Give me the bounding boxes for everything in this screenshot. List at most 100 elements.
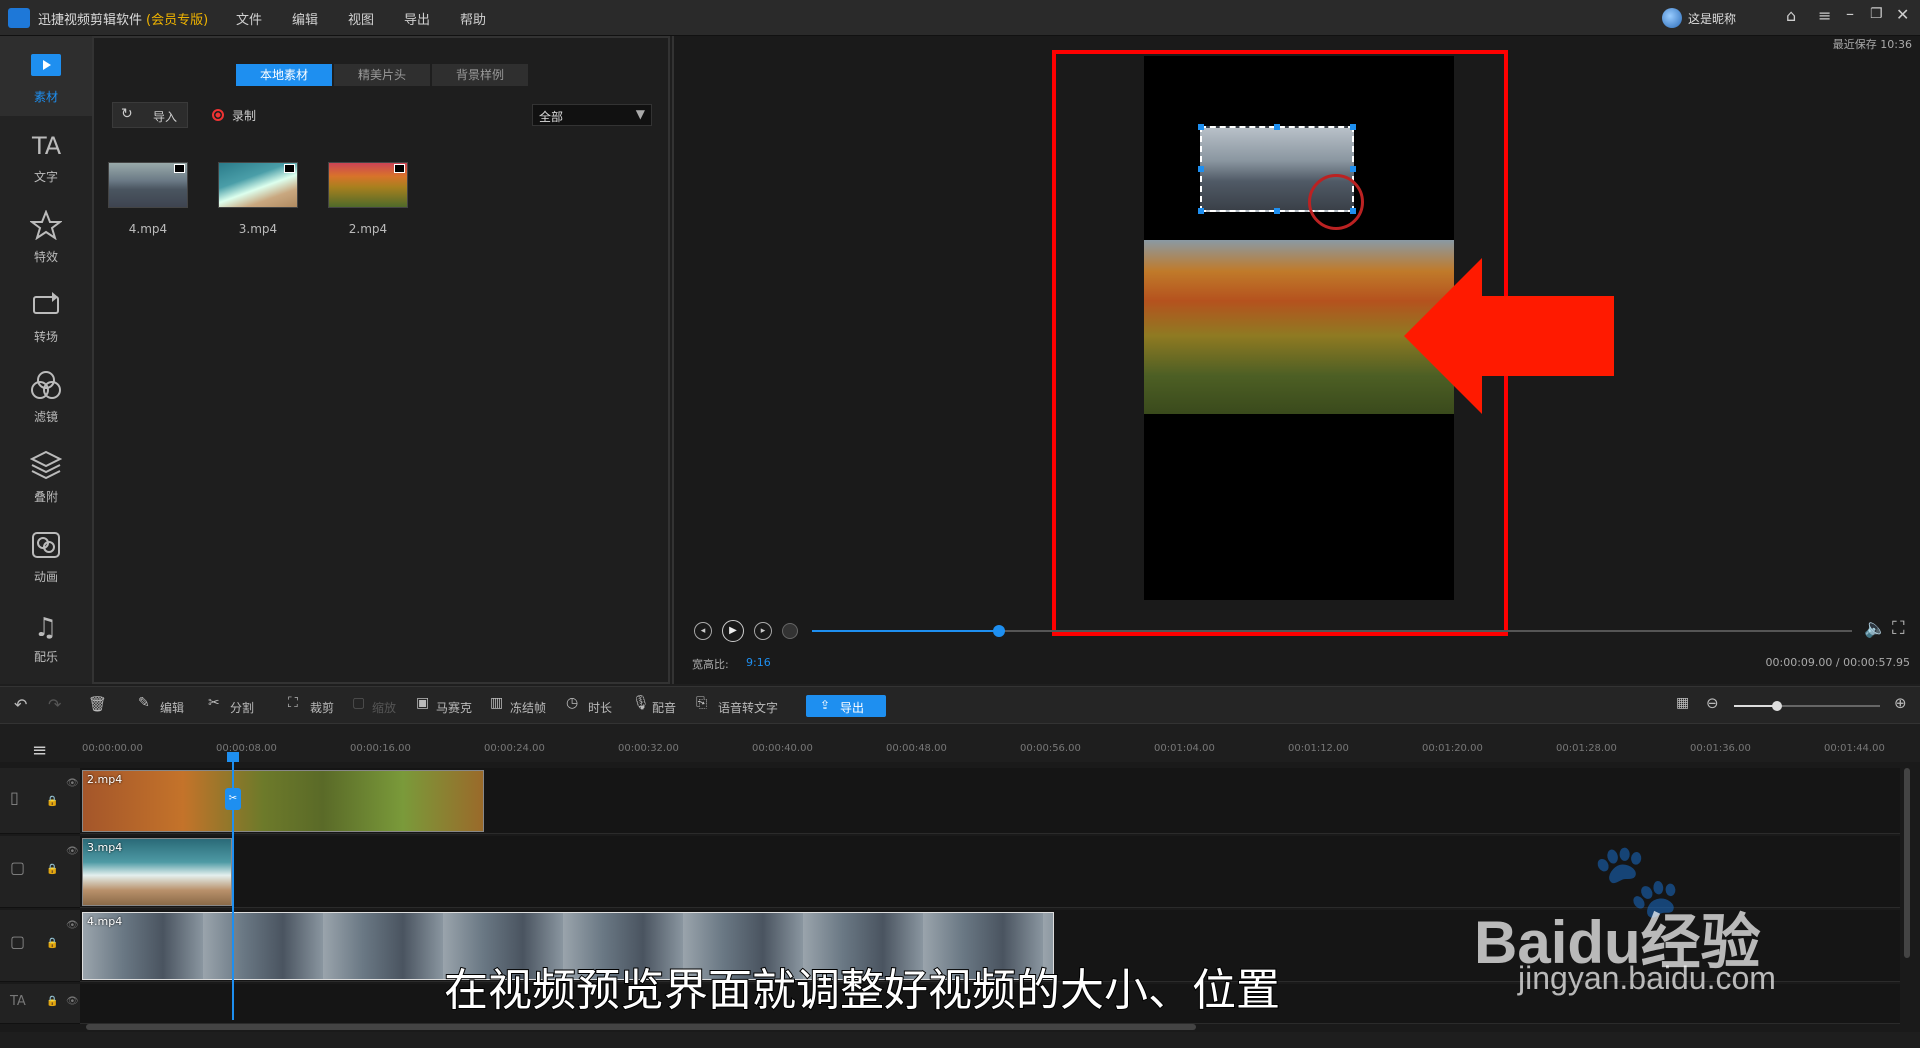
lock-icon[interactable]: 🔒 (46, 996, 58, 1007)
ruler-tick: 00:01:12.00 (1288, 743, 1349, 754)
delete-icon[interactable]: 🗑 (88, 695, 107, 713)
menu-view[interactable]: 视图 (348, 9, 374, 28)
filter-icon (31, 371, 61, 399)
redo-icon[interactable]: ↷ (48, 695, 61, 714)
lock-icon[interactable]: 🔒 (46, 864, 58, 875)
user-name[interactable]: 这是昵称 (1688, 10, 1736, 27)
next-frame-icon[interactable]: ▸ (754, 622, 772, 640)
fullscreen-icon[interactable]: ⛶ (1892, 618, 1905, 639)
track-video-main[interactable]: 2.mp4 (80, 768, 1900, 834)
restore-icon[interactable]: ❐ (1870, 6, 1883, 22)
split-marker-icon[interactable]: ✂ (225, 788, 241, 810)
app-edition: (会员专版) (146, 13, 209, 28)
fit-icon[interactable]: ▦ (1676, 695, 1689, 711)
speech-to-text-button[interactable]: 语音转文字 (718, 699, 778, 716)
eye-icon[interactable]: 👁 (66, 996, 79, 1007)
media-thumb-3[interactable] (218, 162, 298, 208)
edit-icon: ✎ (138, 695, 150, 711)
record-button[interactable]: 录制 (204, 102, 274, 128)
app-logo-icon (8, 8, 30, 28)
tab-local-media[interactable]: 本地素材 (236, 64, 332, 86)
add-track-icon[interactable]: ≡ (32, 740, 47, 761)
freeze-button[interactable]: 冻结帧 (510, 699, 546, 716)
progress-track[interactable] (812, 625, 1852, 637)
eye-icon[interactable]: 👁 (66, 846, 79, 857)
filter-select[interactable]: 全部 ▼ (532, 104, 652, 126)
sidebar-item-overlay[interactable]: 叠附 (0, 436, 92, 516)
edit-button[interactable]: 编辑 (160, 699, 184, 716)
aspect-value[interactable]: 9:16 (746, 656, 771, 669)
filter-select-value: 全部 (539, 110, 564, 124)
zoom-in-icon[interactable]: ⊕ (1894, 694, 1907, 712)
zoom-slider-knob[interactable] (1772, 701, 1782, 711)
clip-2[interactable]: 2.mp4 (82, 770, 484, 832)
zoom-slider[interactable] (1734, 701, 1880, 711)
playhead-knob[interactable] (227, 752, 239, 762)
film-icon: ▯ (10, 788, 19, 807)
sidebar-item-media[interactable]: 素材 (0, 36, 92, 116)
sidebar-item-effects[interactable]: 特效 (0, 196, 92, 276)
menu-file[interactable]: 文件 (236, 9, 262, 28)
video-badge-icon (284, 164, 295, 173)
sidebar-item-transition[interactable]: 转场 (0, 276, 92, 356)
menu-help[interactable]: 帮助 (460, 9, 486, 28)
pip-icon: ▢ (10, 858, 26, 877)
horizontal-scrollbar[interactable] (86, 1024, 1196, 1030)
track-header-video: ▯ 🔒 👁 (0, 768, 80, 834)
split-button[interactable]: 分割 (230, 699, 254, 716)
zoom-out-icon[interactable]: ⊖ (1706, 694, 1719, 712)
globe-avatar-icon[interactable] (1662, 8, 1682, 28)
menu-icon[interactable]: ≡ (1818, 6, 1831, 25)
export-button[interactable]: ⇪ 导出 (806, 695, 886, 717)
media-thumb-label: 2.mp4 (348, 222, 388, 236)
crop-button[interactable]: 裁剪 (310, 699, 334, 716)
undo-icon[interactable]: ↶ (14, 695, 27, 714)
zoom-slider-fill (1734, 705, 1776, 707)
import-button[interactable]: ↻ 导入 (112, 102, 188, 128)
playhead[interactable]: ✂ (225, 752, 241, 1020)
lock-icon[interactable]: 🔒 (46, 938, 58, 949)
ruler-tick: 00:00:00.00 (82, 743, 143, 754)
media-thumb-4[interactable] (108, 162, 188, 208)
aspect-label: 宽高比: (692, 658, 729, 671)
play-icon[interactable]: ▶ (722, 620, 744, 642)
eye-icon[interactable]: 👁 (66, 920, 79, 931)
clip-3[interactable]: 3.mp4 (82, 838, 232, 906)
menu-export[interactable]: 导出 (404, 9, 430, 28)
mosaic-button[interactable]: 马赛克 (436, 699, 472, 716)
tab-backgrounds[interactable]: 背景样例 (432, 64, 528, 86)
sidebar-item-label: 配乐 (33, 650, 58, 664)
time-ruler[interactable]: 00:00:00.00 00:00:08.00 00:00:16.00 00:0… (80, 726, 1910, 760)
lock-icon[interactable]: 🔒 (46, 796, 58, 807)
record-label: 录制 (232, 109, 257, 123)
volume-icon[interactable]: 🔈 (1864, 618, 1886, 639)
close-icon[interactable]: ✕ (1896, 5, 1909, 24)
duration-button[interactable]: 时长 (588, 699, 612, 716)
sidebar-item-music[interactable]: ♫ 配乐 (0, 596, 92, 676)
prev-frame-icon[interactable]: ◂ (694, 622, 712, 640)
scale-button[interactable]: 缩放 (372, 699, 396, 716)
video-badge-icon (174, 164, 185, 173)
text-icon: TA (31, 132, 62, 160)
mosaic-icon: ▣ (416, 695, 430, 711)
ruler-tick: 00:00:56.00 (1020, 743, 1081, 754)
tab-intros[interactable]: 精美片头 (334, 64, 430, 86)
chevron-down-icon: ▼ (635, 107, 645, 121)
annotation-arrow-icon (1404, 258, 1614, 414)
sidebar-item-text[interactable]: TA 文字 (0, 116, 92, 196)
sidebar-item-filter[interactable]: 滤镜 (0, 356, 92, 436)
home-icon[interactable]: ⌂ (1786, 6, 1796, 25)
voice-button[interactable]: 配音 (652, 699, 676, 716)
minimize-icon[interactable]: – (1846, 4, 1854, 23)
sidebar-item-animation[interactable]: 动画 (0, 516, 92, 596)
clip-label: 4.mp4 (87, 915, 123, 928)
sidebar-item-label: 滤镜 (33, 410, 58, 424)
media-thumb-2[interactable] (328, 162, 408, 208)
app-title: 迅捷视频剪辑软件 (38, 13, 143, 28)
progress-knob[interactable] (993, 625, 1006, 637)
svg-text:TA: TA (31, 132, 62, 160)
subtitle-caption: 在视频预览界面就调整好视频的大小、位置 (443, 964, 1281, 1017)
stop-icon[interactable] (782, 623, 798, 639)
menu-edit[interactable]: 编辑 (292, 9, 318, 28)
eye-icon[interactable]: 👁 (66, 778, 79, 789)
